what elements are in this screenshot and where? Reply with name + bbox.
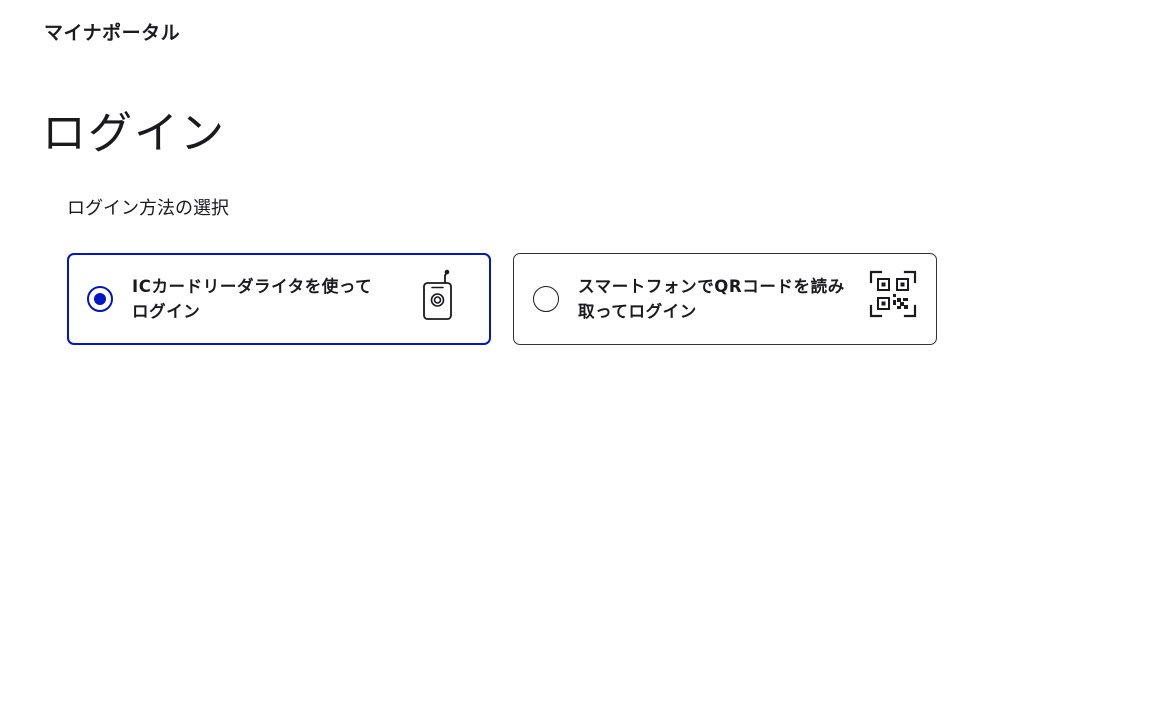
login-option-label: ICカードリーダライタを使ってログイン bbox=[132, 277, 373, 321]
radio-button-smartphone-qr[interactable] bbox=[533, 286, 559, 312]
qr-code-icon bbox=[869, 270, 919, 324]
app-brand[interactable]: マイナポータル bbox=[44, 20, 180, 46]
login-option-ic-card-reader[interactable]: ICカードリーダライタを使ってログイン bbox=[67, 253, 491, 345]
card-reader-icon bbox=[418, 267, 458, 327]
login-option-label: スマートフォンでQRコードを読み取ってログイン bbox=[578, 277, 845, 321]
page-title: ログイン bbox=[42, 108, 226, 159]
login-option-smartphone-qr[interactable]: スマートフォンでQRコードを読み取ってログイン bbox=[513, 253, 937, 345]
login-method-label: ログイン方法の選択 bbox=[67, 198, 229, 219]
radio-selected-dot bbox=[94, 293, 106, 305]
radio-button-ic-card-reader[interactable] bbox=[87, 286, 113, 312]
